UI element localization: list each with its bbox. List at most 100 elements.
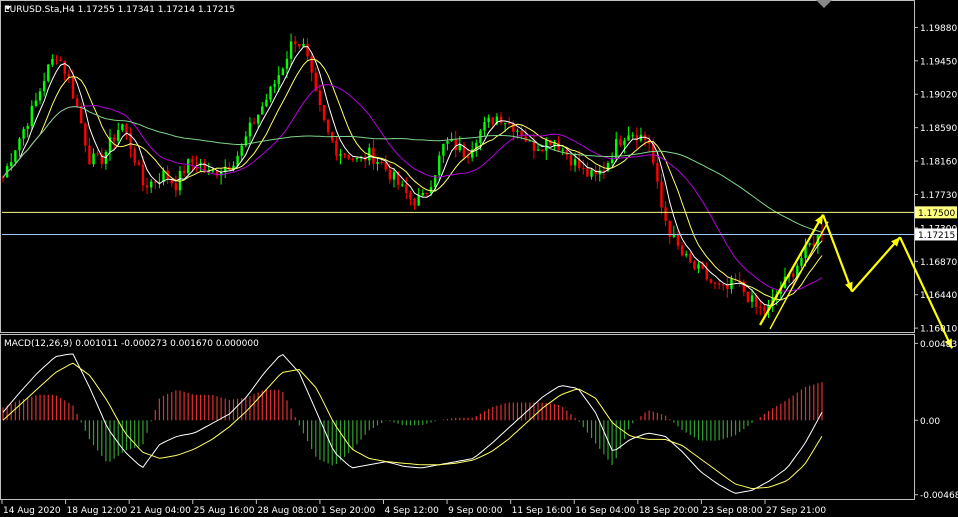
candle-body: [30, 105, 34, 126]
candle-body: [137, 162, 141, 165]
candle-body: [516, 130, 519, 132]
candle-body: [343, 153, 346, 155]
candle-body: [409, 192, 412, 199]
candles-group: [1, 33, 824, 318]
time-tick-label: 23 Sep 08:00: [702, 506, 762, 516]
candle-body: [240, 145, 243, 156]
macd-axis: 0.004836 0.00 -0.004681: [914, 340, 958, 501]
candle-body: [660, 181, 663, 208]
price-tick-label: 1.16010: [920, 325, 957, 335]
candle-body: [63, 61, 66, 74]
candle-body: [149, 181, 153, 188]
forecast-segment: [821, 214, 854, 292]
candle-body: [248, 122, 252, 137]
candle-body: [326, 119, 330, 133]
candle-body: [446, 141, 449, 144]
candle-body: [191, 159, 194, 163]
candle-body: [339, 153, 342, 156]
candle-body: [117, 130, 120, 141]
time-tick-label: 1 Sep 20:00: [321, 506, 376, 516]
price-axis: 1.19880 1.19450 1.19020 1.18590 1.18160 1.177…: [914, 24, 957, 335]
candle-body: [55, 58, 58, 60]
time-tick-label: 4 Sep 12:00: [385, 506, 440, 516]
candle-body: [125, 124, 128, 134]
candle-body: [401, 184, 404, 186]
time-tick-label: 21 Aug 04:00: [130, 506, 191, 516]
price-tick-label: 1.16440: [920, 291, 957, 301]
candle-body: [145, 185, 149, 188]
ma-mid-line: [2, 58, 823, 301]
candle-body: [195, 162, 198, 164]
candle-body: [14, 150, 17, 162]
forecast-arrowhead-icon: [845, 281, 853, 292]
candle-body: [265, 99, 268, 107]
candle-body: [285, 58, 289, 69]
macd-header: MACD(12,26,9) 0.001011 -0.000273 0.00167…: [4, 339, 259, 349]
candle-body: [536, 149, 540, 151]
candle-body: [763, 307, 766, 311]
candle-body: [503, 122, 507, 124]
candle-body: [664, 207, 667, 221]
candle-body: [791, 273, 795, 277]
candle-body: [88, 145, 91, 165]
time-tick-label: 18 Aug 12:00: [67, 506, 128, 516]
price-tick-label: 1.19020: [920, 91, 957, 101]
candle-body: [1, 177, 5, 179]
candle-body: [141, 164, 145, 186]
chart-canvas: EURUSD.Sta,H4 1.17255 1.17341 1.17214 1.…: [0, 0, 958, 516]
ma-slow-line: [2, 84, 823, 292]
candle-body: [298, 44, 301, 47]
candle-body: [384, 162, 387, 170]
candle-body: [545, 139, 548, 151]
candle-body: [42, 81, 46, 92]
time-tick-label: 16 Sep 04:00: [575, 506, 635, 516]
chart-shift-marker-icon[interactable]: [816, 0, 832, 8]
candle-body: [672, 234, 676, 237]
candle-body: [569, 155, 573, 166]
candle-body: [59, 59, 62, 62]
candle-body: [557, 141, 560, 151]
candle-body: [713, 282, 717, 284]
time-axis: 14 Aug 2020 18 Aug 12:00 21 Aug 04:00 25 Au…: [1, 500, 826, 516]
candle-body: [680, 245, 684, 256]
candle-body: [269, 86, 272, 100]
candle-body: [281, 68, 285, 76]
candle-body: [487, 117, 490, 123]
candle-body: [508, 122, 511, 124]
candle-body: [22, 128, 25, 139]
candle-body: [318, 90, 322, 105]
forecast-segment: [769, 221, 829, 330]
candle-body: [96, 153, 99, 155]
candle-body: [252, 122, 256, 124]
forecast-segment: [851, 236, 901, 293]
candle-body: [619, 139, 622, 145]
candle-body: [347, 154, 350, 159]
candle-body: [335, 140, 338, 156]
time-tick-label: 27 Sep 21:00: [766, 506, 826, 516]
candle-body: [261, 106, 264, 115]
macd-tick-label: 0.004836: [920, 340, 958, 350]
candle-body: [392, 172, 396, 180]
macd-main-line: [2, 353, 823, 494]
price-level-tag-label: 1.17500: [918, 209, 955, 219]
candle-body: [466, 156, 470, 158]
price-tick-label: 1.18590: [920, 124, 957, 134]
candle-body: [355, 158, 359, 160]
price-levels: 1.175001.17215: [2, 206, 957, 241]
forecast-segment: [759, 214, 824, 326]
candle-body: [92, 153, 95, 165]
candle-body: [425, 192, 429, 194]
candle-body: [438, 155, 441, 176]
candle-body: [759, 306, 762, 308]
candle-body: [405, 184, 408, 193]
candle-body: [121, 124, 124, 131]
time-tick-label: 14 Aug 2020: [3, 506, 61, 516]
candle-body: [627, 135, 630, 141]
candle-body: [47, 64, 50, 82]
candle-body: [256, 114, 260, 124]
candle-body: [717, 283, 721, 285]
candle-body: [458, 144, 462, 151]
candle-body: [306, 44, 309, 57]
candle-body: [697, 264, 700, 269]
candle-body: [294, 41, 297, 45]
